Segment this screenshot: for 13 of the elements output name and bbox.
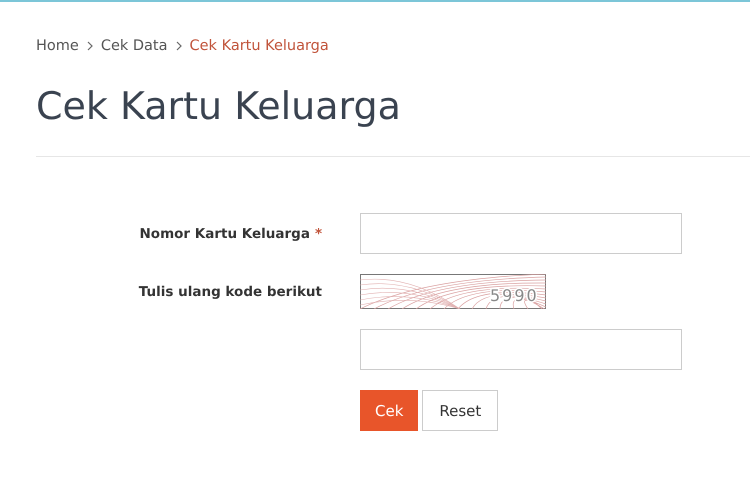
submit-button[interactable]: Cek xyxy=(360,390,418,431)
chevron-icon xyxy=(176,41,182,51)
field-label: Nomor Kartu Keluarga xyxy=(140,226,310,242)
field-label: Tulis ulang kode berikut xyxy=(138,284,322,300)
input-field[interactable] xyxy=(360,329,682,370)
page-title: Cek Kartu Keluarga xyxy=(36,83,402,130)
input-field[interactable] xyxy=(360,213,682,254)
breadcrumb-current: Cek Kartu Keluarga xyxy=(190,38,329,54)
chevron-icon xyxy=(86,41,93,51)
reset-button[interactable]: Reset xyxy=(422,390,498,431)
breadcrumb-link[interactable]: Home xyxy=(36,38,79,54)
required-mark: * xyxy=(314,226,322,242)
breadcrumb-link[interactable]: Cek Data xyxy=(100,38,168,54)
